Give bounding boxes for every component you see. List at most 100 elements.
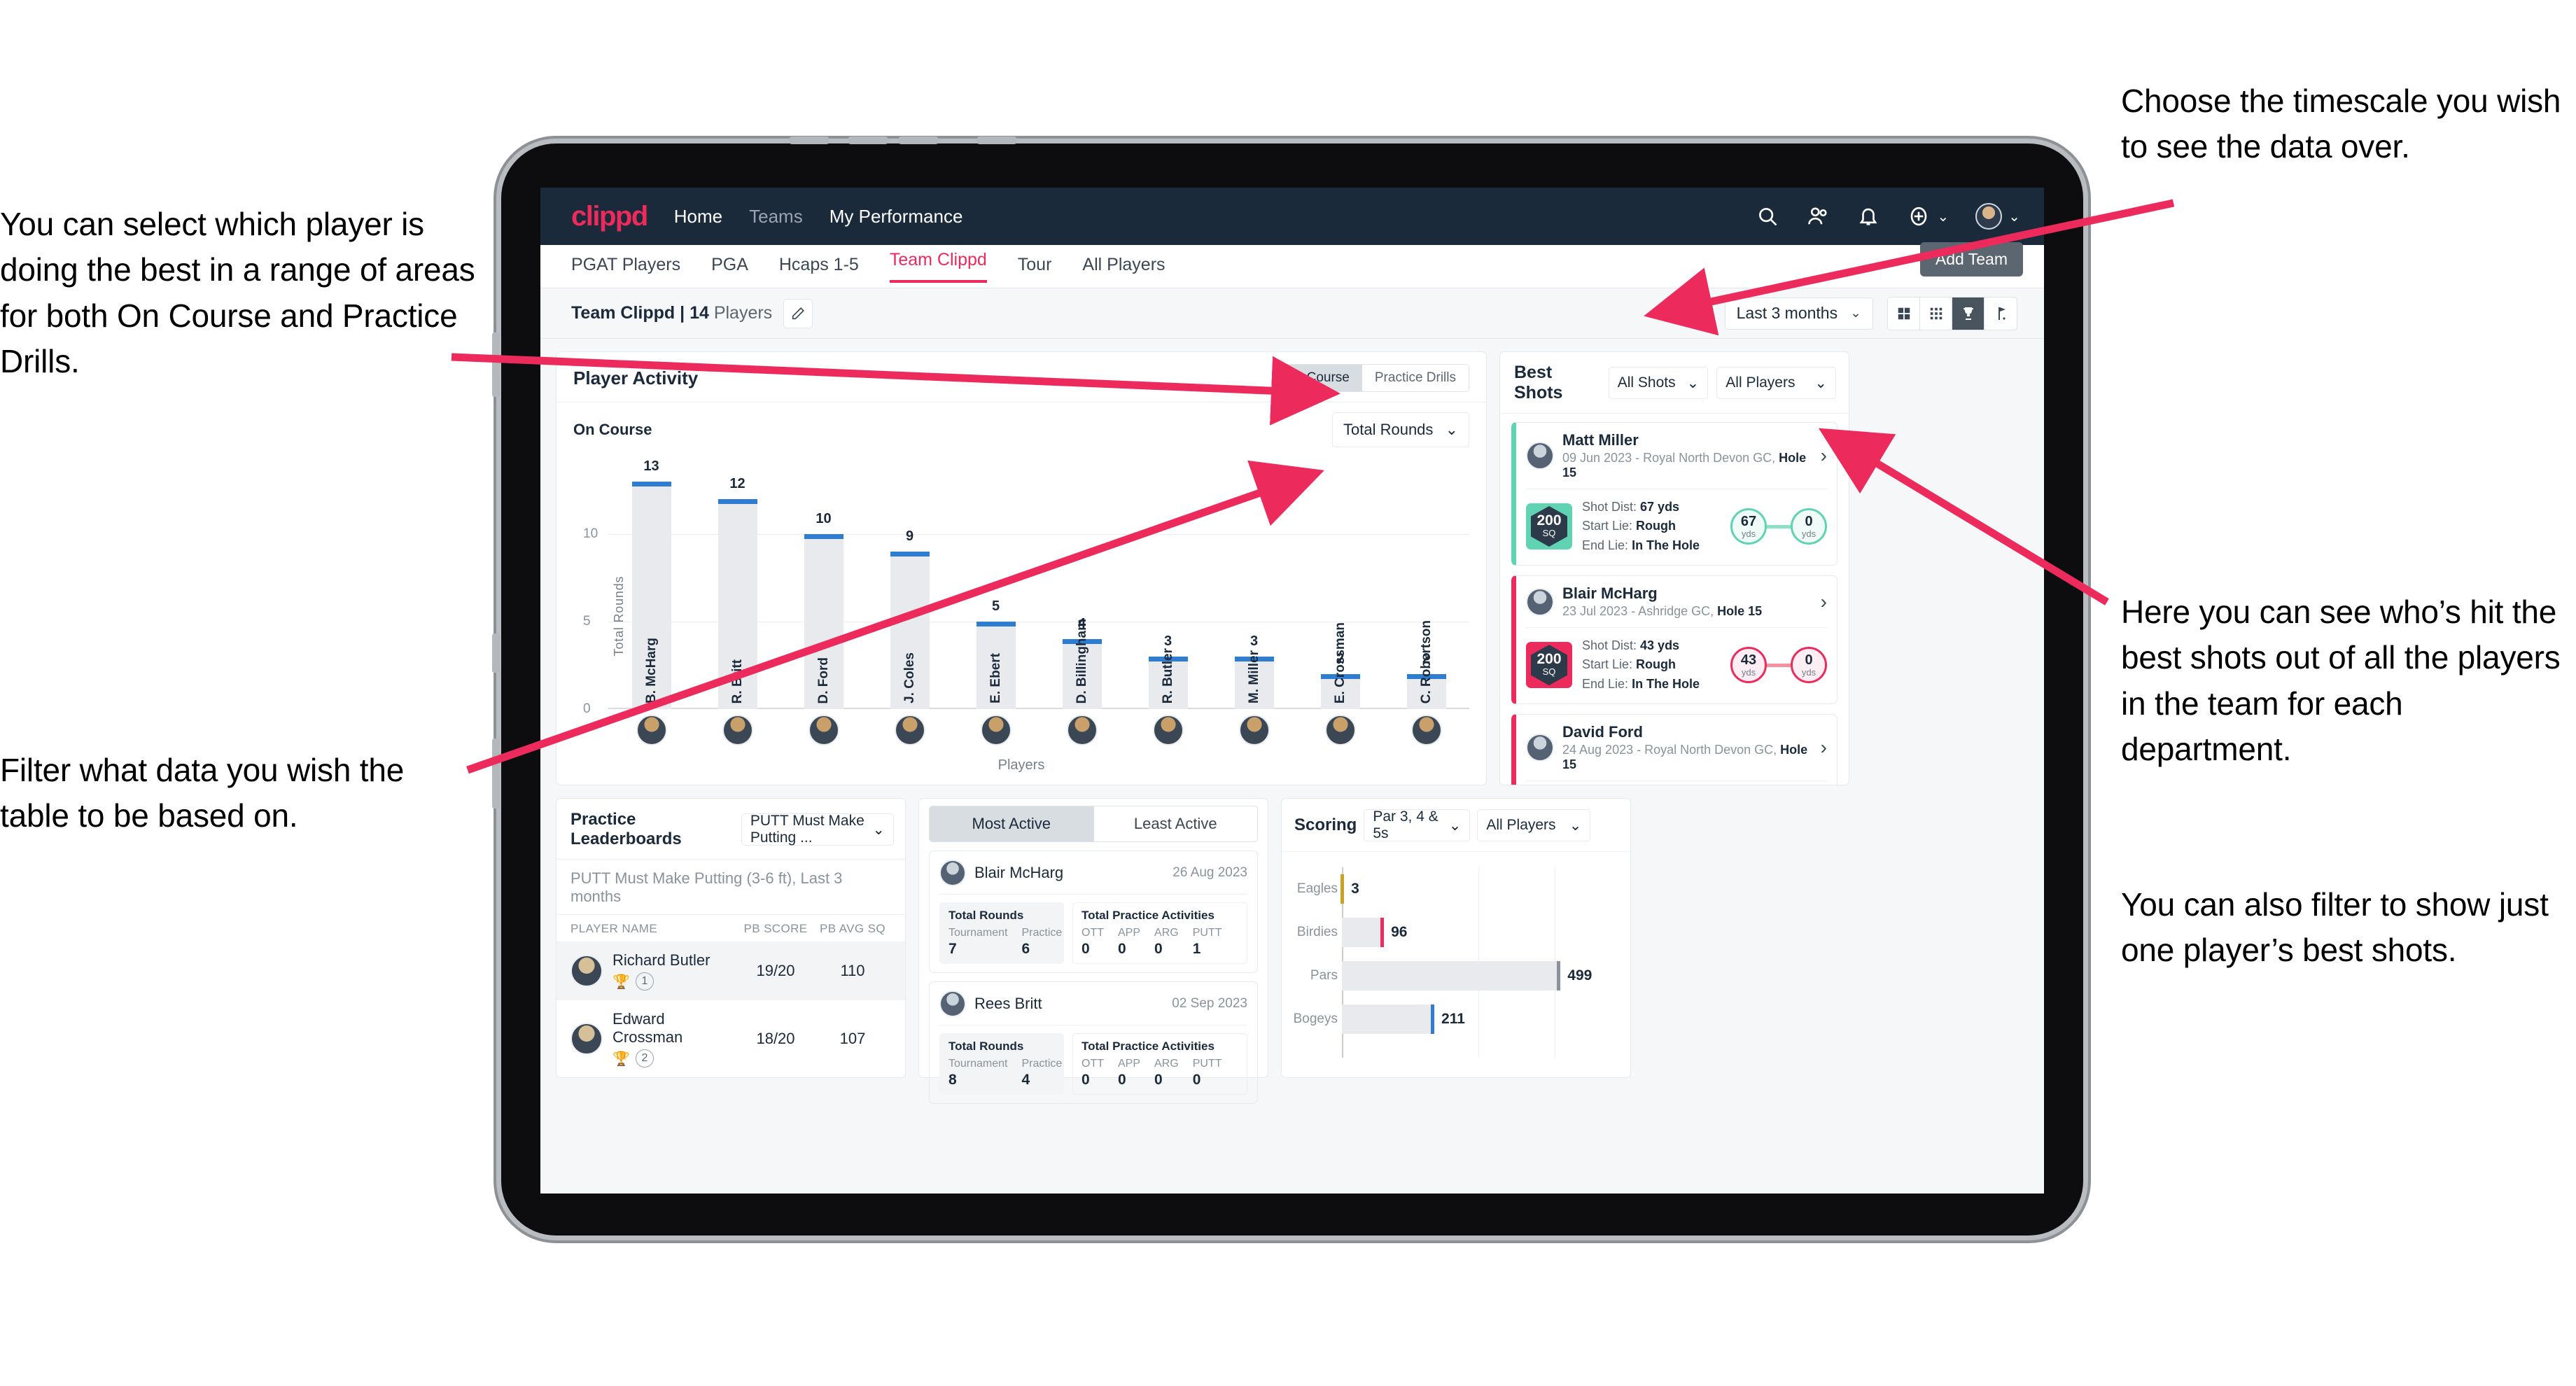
people-icon[interactable] bbox=[1806, 204, 1830, 228]
scoring-bar-value: 96 bbox=[1391, 924, 1408, 940]
annotation-right-middle: Here you can see who’s hit the best shot… bbox=[2121, 594, 2561, 767]
nav-link-teams[interactable]: Teams bbox=[749, 206, 803, 227]
par-select[interactable]: Par 3, 4 & 5s ⌄ bbox=[1364, 808, 1471, 841]
bell-icon[interactable] bbox=[1856, 204, 1880, 228]
chart-bar-group[interactable]: 3 R. Butler bbox=[1125, 464, 1211, 709]
activity-item[interactable]: Rees Britt 02 Sep 2023 Total Rounds Tournam… bbox=[929, 981, 1258, 1104]
timescale-select[interactable]: Last 3 months ⌄ bbox=[1724, 297, 1873, 330]
avatar[interactable] bbox=[636, 715, 667, 746]
avatar[interactable] bbox=[1152, 715, 1184, 746]
edit-pencil-icon[interactable] bbox=[783, 298, 813, 328]
best-shots-player-select[interactable]: All Players ⌄ bbox=[1716, 367, 1836, 399]
practice-metric-value: 0 bbox=[1082, 1072, 1090, 1088]
flag-icon[interactable] bbox=[1984, 298, 2017, 330]
player-avatar[interactable] bbox=[608, 715, 694, 746]
nav-link-my-performance[interactable]: My Performance bbox=[830, 206, 963, 227]
chevron-down-icon: ⌄ bbox=[1445, 421, 1458, 438]
clippd-logo[interactable]: clippd bbox=[571, 201, 648, 232]
practice-values: OTT 0 APP 0 ARG 0 PUTT 0 bbox=[1082, 1058, 1238, 1088]
avatar[interactable] bbox=[808, 715, 839, 746]
chevron-down-icon: ⌄ bbox=[1686, 374, 1700, 391]
scoring-bar-row[interactable]: Bogeys 211 bbox=[1294, 997, 1614, 1041]
tab-pgat-players[interactable]: PGAT Players bbox=[571, 255, 680, 278]
avatar[interactable] bbox=[1324, 715, 1356, 746]
activity-item[interactable]: Blair McHarg 26 Aug 2023 Total Rounds Tourn… bbox=[929, 850, 1258, 973]
scoring-bar[interactable]: 211 bbox=[1342, 1004, 1465, 1034]
player-avatar[interactable] bbox=[1125, 715, 1211, 746]
activity-item-header: Rees Britt 02 Sep 2023 bbox=[939, 990, 1247, 1017]
avatar[interactable] bbox=[1066, 715, 1098, 746]
avatar[interactable] bbox=[894, 715, 925, 746]
leaderboard-pb-score: 18/20 bbox=[756, 1030, 795, 1047]
chart-bar-value: 12 bbox=[729, 476, 746, 491]
rounds-metric: Practice 4 bbox=[1022, 1058, 1063, 1088]
avatar[interactable] bbox=[1410, 715, 1442, 746]
scoring-bar-row[interactable]: Birdies 96 bbox=[1297, 911, 1614, 954]
avatar[interactable] bbox=[722, 715, 753, 746]
drill-select[interactable]: PUTT Must Make Putting ... ⌄ bbox=[741, 813, 894, 846]
grid-small-icon[interactable] bbox=[1920, 297, 1952, 330]
avatar[interactable] bbox=[1975, 203, 2003, 230]
nav-link-home[interactable]: Home bbox=[674, 206, 722, 227]
chevron-right-icon[interactable]: › bbox=[1821, 591, 1827, 613]
chart-bar-group[interactable]: 10 D. Ford bbox=[780, 464, 867, 709]
timescale-value: Last 3 months bbox=[1736, 304, 1838, 322]
tablet-device-frame: clippd Home Teams My Performance ⌄ ⌄ PGA… bbox=[492, 136, 2083, 1236]
add-menu[interactable]: ⌄ bbox=[1907, 204, 1949, 228]
scoring-bar-tip bbox=[1340, 874, 1345, 904]
best-shot-item[interactable]: Matt Miller 09 Jun 2023 - Royal North Dev… bbox=[1511, 422, 1837, 566]
scoring-bar-row[interactable]: Pars 499 bbox=[1310, 954, 1614, 997]
tab-most-active[interactable]: Most Active bbox=[929, 806, 1093, 842]
chart-bar-group[interactable]: 5 E. Ebert bbox=[953, 464, 1039, 709]
best-shot-item[interactable]: David Ford 24 Aug 2023 - Royal North Devo… bbox=[1511, 714, 1837, 785]
practice-metric-label: APP bbox=[1118, 1058, 1141, 1070]
scoring-player-select[interactable]: All Players ⌄ bbox=[1477, 809, 1591, 841]
tab-tour[interactable]: Tour bbox=[1018, 255, 1052, 278]
metric-select[interactable]: Total Rounds ⌄ bbox=[1332, 412, 1469, 447]
tab-hcaps-1-5[interactable]: Hcaps 1-5 bbox=[779, 255, 859, 278]
distance-connector bbox=[1767, 524, 1791, 528]
chart-bar-group[interactable]: 9 J. Coles bbox=[867, 464, 953, 709]
player-avatar[interactable] bbox=[867, 715, 953, 746]
leaderboard-row[interactable]: Edward Crossman 🏆 2 18/20 107 bbox=[556, 1000, 905, 1077]
chart-bar-group[interactable]: 2 C. Robertson bbox=[1383, 464, 1469, 709]
tab-all-players[interactable]: All Players bbox=[1082, 255, 1165, 278]
scoring-bar[interactable]: 499 bbox=[1342, 961, 1592, 990]
shot-type-select[interactable]: All Shots ⌄ bbox=[1608, 367, 1709, 399]
player-avatar[interactable] bbox=[1211, 715, 1297, 746]
chart-bar-group[interactable]: 13 B. McHarg bbox=[608, 458, 694, 709]
tab-least-active[interactable]: Least Active bbox=[1093, 806, 1258, 842]
player-activity-chart: Total Rounds 0 5 10 13 B. McHarg 12 R. Britt 10… bbox=[556, 447, 1486, 785]
distance-from-value: 67 bbox=[1740, 513, 1757, 529]
profile-menu[interactable]: ⌄ bbox=[1975, 203, 2020, 230]
player-avatar[interactable] bbox=[1383, 715, 1469, 746]
chevron-right-icon[interactable]: › bbox=[1821, 736, 1827, 759]
trophy-icon[interactable] bbox=[1952, 297, 1984, 330]
leaderboard-row[interactable]: Richard Butler 🏆 1 19/20 110 bbox=[556, 941, 905, 1000]
plus-circle-icon[interactable] bbox=[1907, 204, 1931, 228]
chart-bar-group[interactable]: 2 E. Crossman bbox=[1297, 464, 1383, 709]
player-avatar[interactable] bbox=[1039, 715, 1125, 746]
player-avatar[interactable] bbox=[780, 715, 867, 746]
grid-large-icon[interactable] bbox=[1888, 297, 1920, 330]
chart-bar-group[interactable]: 12 R. Britt bbox=[694, 464, 780, 709]
segment-on-course[interactable]: On Course bbox=[1273, 365, 1362, 391]
player-avatar[interactable] bbox=[1297, 715, 1383, 746]
tab-team-clippd[interactable]: Team Clippd bbox=[889, 250, 987, 283]
player-avatar[interactable] bbox=[953, 715, 1039, 746]
scoring-bar-row[interactable]: Eagles 3 bbox=[1297, 867, 1614, 911]
avatar bbox=[570, 1023, 603, 1055]
chart-bar-group[interactable]: 3 M. Miller bbox=[1211, 464, 1297, 709]
scoring-bar[interactable]: 96 bbox=[1342, 918, 1407, 947]
best-shot-item[interactable]: Blair McHarg 23 Jul 2023 - Ashridge GC, H… bbox=[1511, 575, 1837, 705]
tab-pga[interactable]: PGA bbox=[711, 255, 748, 278]
search-icon[interactable] bbox=[1756, 204, 1779, 228]
segment-practice-drills[interactable]: Practice Drills bbox=[1362, 365, 1469, 391]
chart-bar-value: 3 bbox=[1250, 634, 1259, 649]
chart-bar-group[interactable]: 4 D. Billingham bbox=[1039, 464, 1125, 709]
chevron-right-icon[interactable]: › bbox=[1821, 444, 1827, 467]
scoring-bar[interactable]: 3 bbox=[1340, 874, 1359, 904]
avatar[interactable] bbox=[1238, 715, 1270, 746]
avatar[interactable] bbox=[980, 715, 1011, 746]
player-avatar[interactable] bbox=[694, 715, 780, 746]
